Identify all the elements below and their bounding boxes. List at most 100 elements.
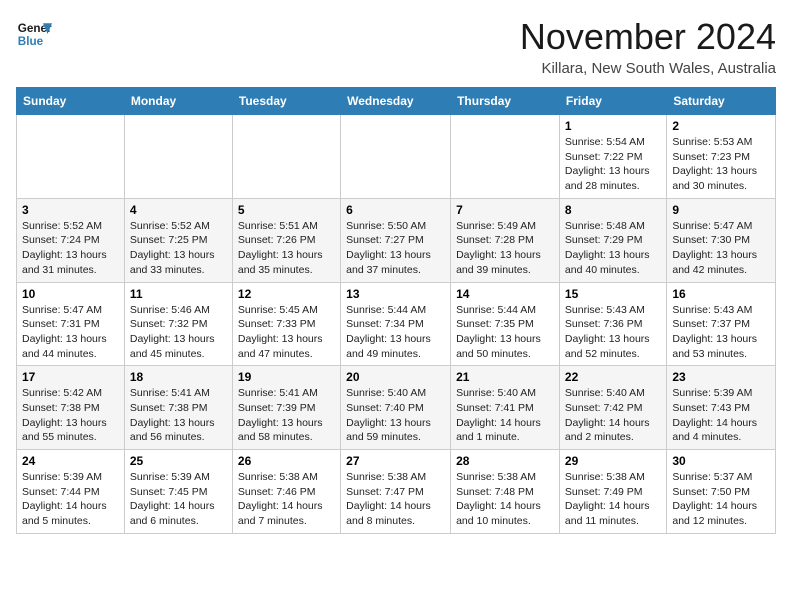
calendar-cell: 29Sunrise: 5:38 AM Sunset: 7:49 PM Dayli… bbox=[559, 450, 666, 534]
day-number: 30 bbox=[672, 454, 770, 468]
day-info: Sunrise: 5:39 AM Sunset: 7:44 PM Dayligh… bbox=[22, 470, 119, 529]
calendar-cell: 13 Sunrise: 5:44 AM Sunset: 7:34 PM Dayli… bbox=[341, 282, 451, 366]
day-info: Sunrise: 5:43 AM Sunset: 7:36 PM Dayligh… bbox=[565, 303, 661, 362]
day-info: Sunrise: 5:42 AM Sunset: 7:38 PM Dayligh… bbox=[22, 386, 119, 445]
day-info: Sunrise: 5:38 AM Sunset: 7:48 PM Dayligh… bbox=[456, 470, 554, 529]
day-info: Sunrise: 5:44 AM Sunset: 7:34 PM Dayligh… bbox=[346, 303, 445, 362]
page-header: General Blue November 2024 Killara, New … bbox=[16, 16, 776, 77]
calendar-cell bbox=[341, 115, 451, 199]
calendar-cell: 12 Sunrise: 5:45 AM Sunset: 7:33 PM Dayli… bbox=[232, 282, 340, 366]
calendar-week-3: 10 Sunrise: 5:47 AM Sunset: 7:31 PM Dayli… bbox=[17, 282, 776, 366]
day-number: 14 bbox=[456, 287, 554, 301]
day-info: Sunrise: 5:38 AM Sunset: 7:47 PM Dayligh… bbox=[346, 470, 445, 529]
day-info: Sunrise: 5:43 AM Sunset: 7:37 PM Dayligh… bbox=[672, 303, 770, 362]
day-number: 1 bbox=[565, 119, 661, 133]
day-info: Sunrise: 5:38 AM Sunset: 7:49 PM Dayligh… bbox=[565, 470, 661, 529]
calendar-cell: 27Sunrise: 5:38 AM Sunset: 7:47 PM Dayli… bbox=[341, 450, 451, 534]
calendar-cell: 8 Sunrise: 5:48 AM Sunset: 7:29 PM Daylig… bbox=[559, 198, 666, 282]
day-number: 23 bbox=[672, 370, 770, 384]
day-number: 13 bbox=[346, 287, 445, 301]
calendar-cell: 23Sunrise: 5:39 AM Sunset: 7:43 PM Dayli… bbox=[667, 366, 776, 450]
weekday-header-thursday: Thursday bbox=[451, 88, 560, 115]
calendar-cell: 1Sunrise: 5:54 AM Sunset: 7:22 PM Daylig… bbox=[559, 115, 666, 199]
day-number: 2 bbox=[672, 119, 770, 133]
day-info: Sunrise: 5:51 AM Sunset: 7:26 PM Dayligh… bbox=[238, 219, 335, 278]
calendar-cell: 16 Sunrise: 5:43 AM Sunset: 7:37 PM Dayli… bbox=[667, 282, 776, 366]
calendar-table: SundayMondayTuesdayWednesdayThursdayFrid… bbox=[16, 87, 776, 534]
calendar-cell: 26 Sunrise: 5:38 AM Sunset: 7:46 PM Dayli… bbox=[232, 450, 340, 534]
day-info: Sunrise: 5:45 AM Sunset: 7:33 PM Dayligh… bbox=[238, 303, 335, 362]
day-number: 22 bbox=[565, 370, 661, 384]
calendar-cell bbox=[124, 115, 232, 199]
day-number: 4 bbox=[130, 203, 227, 217]
calendar-cell: 24 Sunrise: 5:39 AM Sunset: 7:44 PM Dayli… bbox=[17, 450, 125, 534]
calendar-cell: 18 Sunrise: 5:41 AM Sunset: 7:38 PM Dayli… bbox=[124, 366, 232, 450]
calendar-cell bbox=[451, 115, 560, 199]
day-number: 24 bbox=[22, 454, 119, 468]
logo: General Blue bbox=[16, 16, 52, 52]
day-info: Sunrise: 5:40 AM Sunset: 7:40 PM Dayligh… bbox=[346, 386, 445, 445]
calendar-cell: 11Sunrise: 5:46 AM Sunset: 7:32 PM Dayli… bbox=[124, 282, 232, 366]
day-number: 19 bbox=[238, 370, 335, 384]
day-info: Sunrise: 5:40 AM Sunset: 7:41 PM Dayligh… bbox=[456, 386, 554, 445]
day-info: Sunrise: 5:40 AM Sunset: 7:42 PM Dayligh… bbox=[565, 386, 661, 445]
day-info: Sunrise: 5:52 AM Sunset: 7:24 PM Dayligh… bbox=[22, 219, 119, 278]
calendar-cell: 22 Sunrise: 5:40 AM Sunset: 7:42 PM Dayli… bbox=[559, 366, 666, 450]
month-title: November 2024 bbox=[520, 16, 776, 58]
weekday-header-tuesday: Tuesday bbox=[232, 88, 340, 115]
day-info: Sunrise: 5:49 AM Sunset: 7:28 PM Dayligh… bbox=[456, 219, 554, 278]
day-info: Sunrise: 5:38 AM Sunset: 7:46 PM Dayligh… bbox=[238, 470, 335, 529]
calendar-cell bbox=[17, 115, 125, 199]
calendar-cell: 10 Sunrise: 5:47 AM Sunset: 7:31 PM Dayli… bbox=[17, 282, 125, 366]
day-info: Sunrise: 5:39 AM Sunset: 7:45 PM Dayligh… bbox=[130, 470, 227, 529]
calendar-cell: 4 Sunrise: 5:52 AM Sunset: 7:25 PM Daylig… bbox=[124, 198, 232, 282]
calendar-week-1: 1Sunrise: 5:54 AM Sunset: 7:22 PM Daylig… bbox=[17, 115, 776, 199]
calendar-cell: 17 Sunrise: 5:42 AM Sunset: 7:38 PM Dayli… bbox=[17, 366, 125, 450]
calendar-cell: 28 Sunrise: 5:38 AM Sunset: 7:48 PM Dayli… bbox=[451, 450, 560, 534]
calendar-cell: 20 Sunrise: 5:40 AM Sunset: 7:40 PM Dayli… bbox=[341, 366, 451, 450]
day-info: Sunrise: 5:37 AM Sunset: 7:50 PM Dayligh… bbox=[672, 470, 770, 529]
day-info: Sunrise: 5:41 AM Sunset: 7:39 PM Dayligh… bbox=[238, 386, 335, 445]
day-info: Sunrise: 5:41 AM Sunset: 7:38 PM Dayligh… bbox=[130, 386, 227, 445]
day-info: Sunrise: 5:47 AM Sunset: 7:31 PM Dayligh… bbox=[22, 303, 119, 362]
day-number: 28 bbox=[456, 454, 554, 468]
day-info: Sunrise: 5:53 AM Sunset: 7:23 PM Dayligh… bbox=[672, 135, 770, 194]
day-number: 15 bbox=[565, 287, 661, 301]
calendar-cell: 19 Sunrise: 5:41 AM Sunset: 7:39 PM Dayli… bbox=[232, 366, 340, 450]
title-block: November 2024 Killara, New South Wales, … bbox=[520, 16, 776, 77]
day-number: 12 bbox=[238, 287, 335, 301]
day-number: 25 bbox=[130, 454, 227, 468]
day-number: 10 bbox=[22, 287, 119, 301]
day-info: Sunrise: 5:52 AM Sunset: 7:25 PM Dayligh… bbox=[130, 219, 227, 278]
weekday-row: SundayMondayTuesdayWednesdayThursdayFrid… bbox=[17, 88, 776, 115]
calendar-cell: 3 Sunrise: 5:52 AM Sunset: 7:24 PM Daylig… bbox=[17, 198, 125, 282]
day-number: 9 bbox=[672, 203, 770, 217]
calendar-cell: 6Sunrise: 5:50 AM Sunset: 7:27 PM Daylig… bbox=[341, 198, 451, 282]
day-number: 17 bbox=[22, 370, 119, 384]
calendar-header: SundayMondayTuesdayWednesdayThursdayFrid… bbox=[17, 88, 776, 115]
day-number: 5 bbox=[238, 203, 335, 217]
calendar-cell: 25 Sunrise: 5:39 AM Sunset: 7:45 PM Dayli… bbox=[124, 450, 232, 534]
day-number: 7 bbox=[456, 203, 554, 217]
calendar-week-2: 3 Sunrise: 5:52 AM Sunset: 7:24 PM Daylig… bbox=[17, 198, 776, 282]
day-number: 6 bbox=[346, 203, 445, 217]
calendar-week-5: 24 Sunrise: 5:39 AM Sunset: 7:44 PM Dayli… bbox=[17, 450, 776, 534]
calendar-cell: 30 Sunrise: 5:37 AM Sunset: 7:50 PM Dayli… bbox=[667, 450, 776, 534]
calendar-cell: 2 Sunrise: 5:53 AM Sunset: 7:23 PM Daylig… bbox=[667, 115, 776, 199]
calendar-cell: 14Sunrise: 5:44 AM Sunset: 7:35 PM Dayli… bbox=[451, 282, 560, 366]
day-number: 26 bbox=[238, 454, 335, 468]
day-number: 3 bbox=[22, 203, 119, 217]
calendar-cell bbox=[232, 115, 340, 199]
weekday-header-friday: Friday bbox=[559, 88, 666, 115]
day-number: 11 bbox=[130, 287, 227, 301]
day-number: 20 bbox=[346, 370, 445, 384]
day-number: 8 bbox=[565, 203, 661, 217]
logo-icon: General Blue bbox=[16, 16, 52, 52]
calendar-cell: 7 Sunrise: 5:49 AM Sunset: 7:28 PM Daylig… bbox=[451, 198, 560, 282]
weekday-header-monday: Monday bbox=[124, 88, 232, 115]
day-number: 16 bbox=[672, 287, 770, 301]
weekday-header-sunday: Sunday bbox=[17, 88, 125, 115]
day-number: 18 bbox=[130, 370, 227, 384]
day-info: Sunrise: 5:48 AM Sunset: 7:29 PM Dayligh… bbox=[565, 219, 661, 278]
calendar-week-4: 17 Sunrise: 5:42 AM Sunset: 7:38 PM Dayli… bbox=[17, 366, 776, 450]
